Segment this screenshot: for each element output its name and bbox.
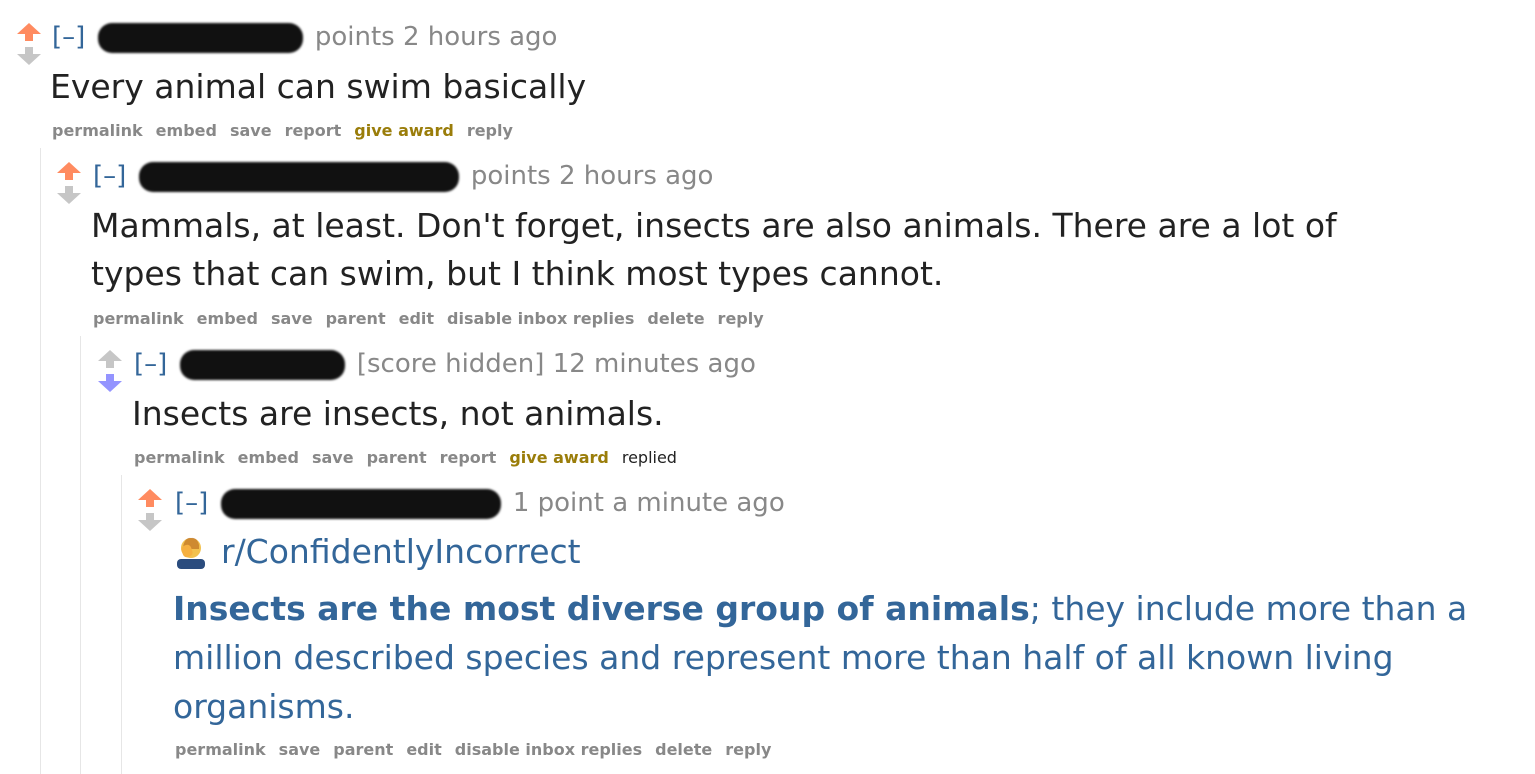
timestamp: 2 hours ago: [558, 161, 714, 191]
save-button[interactable]: save: [271, 309, 313, 328]
delete-button[interactable]: delete: [647, 309, 704, 328]
permalink-button[interactable]: permalink: [134, 448, 225, 467]
subreddit-link[interactable]: r/ConfidentlyIncorrect: [221, 532, 581, 571]
facepalm-icon: [177, 537, 205, 569]
permalink-button[interactable]: permalink: [175, 740, 266, 759]
upvote-arrow-icon[interactable]: [54, 161, 84, 181]
thread-line: [121, 475, 122, 774]
comment-tagline: [–] points 2 hours ago: [52, 22, 557, 53]
collapse-toggle[interactable]: [–]: [52, 22, 85, 52]
subreddit-line: r/ConfidentlyIncorrect: [173, 530, 581, 574]
save-button[interactable]: save: [312, 448, 354, 467]
collapse-toggle[interactable]: [–]: [93, 161, 126, 191]
comment-body: Mammals, at least. Don't forget, insects…: [91, 206, 1337, 293]
permalink-button[interactable]: permalink: [93, 309, 184, 328]
downvote-arrow-icon[interactable]: [54, 185, 84, 205]
score: points: [314, 22, 395, 52]
disable-inbox-replies-button[interactable]: disable inbox replies: [455, 740, 642, 759]
comment-body: Insects are insects, not animals.: [132, 394, 664, 433]
parent-button[interactable]: parent: [333, 740, 393, 759]
upvote-arrow-icon[interactable]: [135, 488, 165, 508]
upvote-arrow-icon[interactable]: [14, 22, 44, 42]
downvote-arrow-icon[interactable]: [14, 46, 44, 66]
comment-tagline: [–] points 2 hours ago: [93, 161, 713, 192]
author-redacted[interactable]: [220, 488, 501, 519]
timestamp: 2 hours ago: [402, 22, 558, 52]
comment-buttons: permalink embed save report give award reply: [52, 121, 526, 140]
score: points: [470, 161, 551, 191]
comment-buttons: permalink embed save parent report give award…: [134, 448, 690, 467]
replied-status: replied: [621, 448, 677, 467]
timestamp: a minute ago: [612, 488, 785, 518]
parent-button[interactable]: parent: [326, 309, 386, 328]
author-redacted[interactable]: [179, 349, 345, 380]
save-button[interactable]: save: [230, 121, 272, 140]
comment-buttons: permalink embed save parent edit disable inbo…: [93, 309, 777, 328]
give-award-button[interactable]: give award: [509, 448, 609, 467]
permalink-button[interactable]: permalink: [52, 121, 143, 140]
save-button[interactable]: save: [279, 740, 321, 759]
embed-button[interactable]: embed: [238, 448, 299, 467]
downvote-arrow-icon[interactable]: [135, 512, 165, 532]
author-redacted[interactable]: [138, 161, 459, 192]
delete-button[interactable]: delete: [655, 740, 712, 759]
embed-button[interactable]: embed: [197, 309, 258, 328]
disable-inbox-replies-button[interactable]: disable inbox replies: [447, 309, 634, 328]
give-award-button[interactable]: give award: [354, 121, 454, 140]
comment-body: Every animal can swim basically: [50, 67, 587, 106]
collapse-toggle[interactable]: [–]: [175, 488, 208, 518]
thread-line: [40, 148, 41, 774]
collapse-toggle[interactable]: [–]: [134, 349, 167, 379]
score: [score hidden]: [356, 349, 545, 379]
parent-button[interactable]: parent: [367, 448, 427, 467]
reply-button[interactable]: reply: [725, 740, 771, 759]
edit-button[interactable]: edit: [399, 309, 434, 328]
comment-body: Insects are the most diverse group of an…: [173, 584, 1493, 731]
downvote-arrow-icon[interactable]: [95, 373, 125, 393]
report-button[interactable]: report: [440, 448, 497, 467]
reply-button[interactable]: reply: [718, 309, 764, 328]
embed-button[interactable]: embed: [156, 121, 217, 140]
thread-line: [80, 336, 81, 774]
author-redacted[interactable]: [97, 22, 303, 53]
report-button[interactable]: report: [285, 121, 342, 140]
comment-tagline: [–] [score hidden] 12 minutes ago: [134, 349, 756, 380]
reply-button[interactable]: reply: [467, 121, 513, 140]
timestamp: 12 minutes ago: [552, 349, 756, 379]
quote-bold-text: Insects are the most diverse group of an…: [173, 589, 1030, 628]
edit-button[interactable]: edit: [406, 740, 441, 759]
upvote-arrow-icon[interactable]: [95, 349, 125, 369]
score: 1 point: [512, 488, 604, 518]
comment-tagline: [–] 1 point a minute ago: [175, 488, 785, 519]
comment-buttons: permalink save parent edit disable inbox rep…: [175, 740, 784, 759]
